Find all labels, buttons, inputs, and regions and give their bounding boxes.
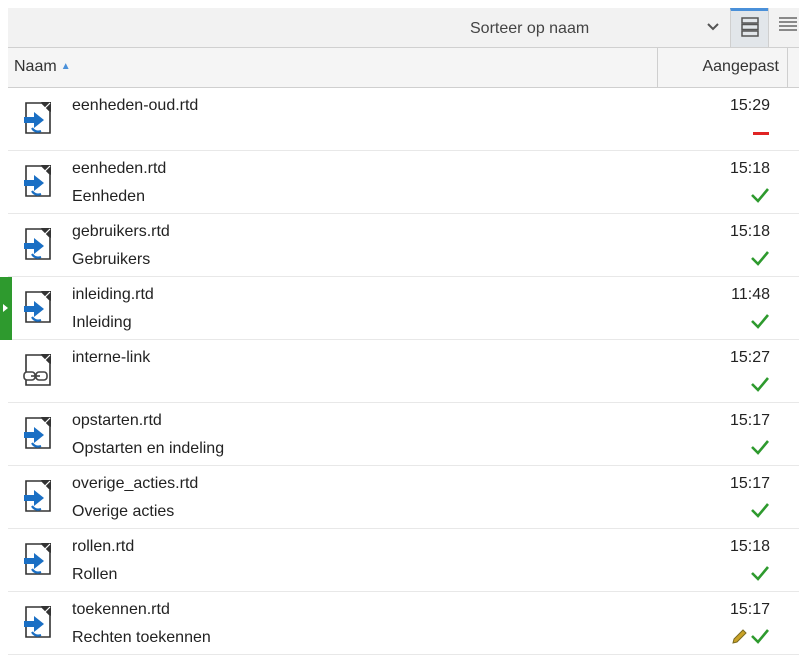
modified-time: 11:48	[731, 286, 770, 303]
modified-time: 15:18	[729, 538, 770, 555]
file-row[interactable]: eenheden-oud.rtd 15:29	[8, 88, 799, 151]
file-name: inleiding.rtd	[72, 286, 154, 303]
file-row[interactable]: overige_acties.rtd Overige acties 15:17	[8, 466, 799, 529]
file-row[interactable]: inleiding.rtd Inleiding 11:48	[0, 277, 799, 340]
checkmark-icon	[751, 251, 769, 266]
checkmark-icon	[751, 188, 769, 203]
toolbar: Sorteer op naam	[8, 8, 799, 48]
file-name: eenheden.rtd	[72, 160, 167, 177]
file-name: rollen.rtd	[72, 538, 135, 555]
chevron-down-icon	[706, 15, 720, 41]
selection-indicator	[0, 277, 12, 340]
modified-time: 15:17	[729, 475, 770, 492]
status-indicator	[710, 501, 770, 525]
file-row[interactable]: opstarten.rtd Opstarten en indeling 15:17	[8, 403, 799, 466]
file-name: overige_acties.rtd	[72, 475, 199, 492]
file-row[interactable]: interne-link 15:27	[8, 340, 799, 403]
file-row[interactable]: eenheden.rtd Eenheden 15:18	[8, 151, 799, 214]
column-name-label: Naam	[14, 58, 57, 75]
status-indicator	[710, 249, 770, 273]
file-title: Gebruikers	[72, 251, 151, 268]
status-indicator	[710, 375, 770, 399]
document-arrow-icon	[23, 290, 53, 324]
file-row[interactable]: rollen.rtd Rollen 15:18	[8, 529, 799, 592]
modified-time: 15:17	[729, 601, 770, 618]
modified-time: 15:29	[729, 97, 770, 114]
file-title: Rollen	[72, 566, 118, 583]
file-list: eenheden-oud.rtd 15:29 eenheden.rtd Eenhed…	[0, 88, 799, 655]
document-link-icon	[23, 353, 53, 387]
document-arrow-icon	[23, 101, 53, 135]
modified-time: 15:18	[729, 223, 770, 240]
document-arrow-icon	[23, 227, 53, 261]
status-indicator	[710, 564, 770, 588]
checkmark-icon	[751, 503, 769, 518]
file-title: Opstarten en indeling	[72, 440, 225, 457]
status-indicator	[710, 312, 770, 336]
column-header: Naam ▲ Aangepast	[8, 48, 799, 88]
file-row[interactable]: toekennen.rtd Rechten toekennen 15:17	[8, 592, 799, 655]
column-modified-label: Aangepast	[702, 58, 779, 75]
modified-time: 15:17	[729, 412, 770, 429]
list-view-icon	[740, 16, 759, 42]
sort-label: Sorteer op naam	[470, 20, 590, 37]
file-name: eenheden-oud.rtd	[72, 97, 199, 114]
list-view-button[interactable]	[730, 8, 768, 47]
status-indicator	[710, 627, 770, 651]
file-name: interne-link	[72, 349, 151, 366]
detail-view-icon	[778, 16, 798, 39]
sort-ascending-icon: ▲	[60, 61, 71, 72]
document-arrow-icon	[23, 605, 53, 639]
file-title: Inleiding	[72, 314, 132, 331]
document-arrow-icon	[23, 542, 53, 576]
sort-dropdown[interactable]: Sorteer op naam	[458, 16, 738, 42]
column-name-header[interactable]: Naam ▲	[14, 58, 71, 76]
document-arrow-icon	[23, 164, 53, 198]
modified-time: 15:18	[729, 160, 770, 177]
checkmark-icon	[751, 377, 769, 392]
checkmark-icon	[751, 629, 769, 644]
file-row[interactable]: gebruikers.rtd Gebruikers 15:18	[8, 214, 799, 277]
modified-time: 15:27	[729, 349, 770, 366]
column-modified-header[interactable]: Aangepast	[657, 48, 788, 87]
file-title: Eenheden	[72, 188, 145, 205]
status-indicator	[710, 186, 770, 210]
edit-pencil-icon	[732, 629, 747, 644]
file-name: toekennen.rtd	[72, 601, 170, 618]
detail-view-button[interactable]	[768, 8, 799, 47]
status-indicator	[710, 438, 770, 462]
checkmark-icon	[751, 440, 769, 455]
checkmark-icon	[751, 566, 769, 581]
file-name: gebruikers.rtd	[72, 223, 170, 240]
file-title: Overige acties	[72, 503, 175, 520]
file-name: opstarten.rtd	[72, 412, 162, 429]
status-indicator	[710, 123, 770, 147]
checkmark-icon	[751, 314, 769, 329]
document-arrow-icon	[23, 479, 53, 513]
file-title: Rechten toekennen	[72, 629, 211, 646]
error-dash-icon	[753, 132, 769, 135]
document-arrow-icon	[23, 416, 53, 450]
